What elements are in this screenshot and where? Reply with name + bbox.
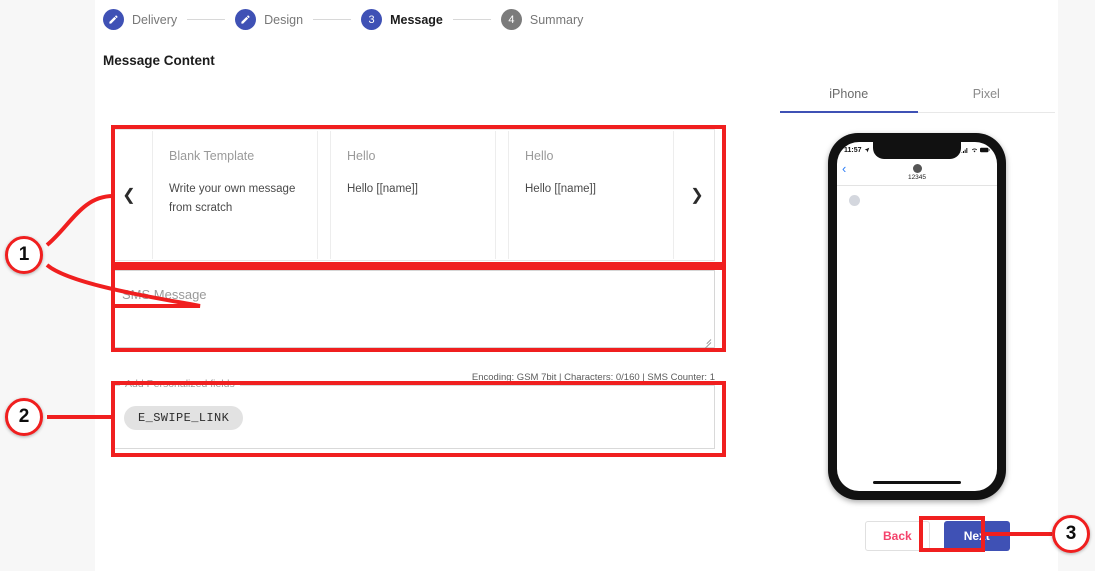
template-track: Blank Template Write your own message fr… [146, 130, 680, 260]
tab-pixel[interactable]: Pixel [918, 78, 1056, 112]
back-chevron-icon[interactable]: ‹ [842, 162, 846, 175]
signal-icon [961, 148, 968, 153]
phone-preview: 11:57 ‹ 12345 [828, 133, 1006, 500]
pencil-icon [109, 15, 118, 24]
stepper-step-delivery[interactable]: Delivery [103, 9, 177, 30]
stepper-label-delivery: Delivery [132, 12, 178, 27]
contact-number: 12345 [907, 173, 927, 181]
template-description: Hello [[name]] [525, 183, 596, 195]
step-badge-summary: 4 [500, 9, 522, 30]
preview-tabs: iPhone Pixel [780, 78, 1055, 113]
stepper-connector-1 [187, 19, 226, 20]
template-carousel: ❮ Blank Template Write your own message … [111, 129, 715, 261]
stepper-step-design[interactable]: Design [235, 9, 303, 30]
chevron-left-icon[interactable]: ❮ [112, 130, 146, 260]
annotation-badge-3: 3 [1052, 515, 1090, 553]
stepper-label-message: Message [390, 12, 443, 27]
template-title: Hello [347, 149, 376, 163]
wizard-nav-buttons: Back Next [865, 521, 1010, 551]
location-arrow-icon [864, 147, 869, 153]
stepper-label-design: Design [264, 12, 304, 27]
contact-avatar-icon [912, 163, 922, 173]
status-icons [961, 147, 990, 153]
pencil-icon [241, 15, 250, 24]
stepper-connector-2 [313, 19, 352, 20]
stepper-step-message[interactable]: 3 Message [361, 9, 443, 30]
screenshot-root: Delivery Design 3 Message 4 Summary Mess… [0, 0, 1095, 571]
stepper-step-summary[interactable]: 4 Summary [500, 9, 584, 30]
stepper-connector-3 [452, 19, 491, 20]
personalized-fields-legend: Add Personalized fields [120, 378, 240, 390]
phone-notch [873, 142, 961, 159]
home-indicator [873, 481, 961, 484]
resize-handle-icon[interactable] [700, 333, 712, 350]
status-time: 11:57 [844, 146, 862, 154]
annotation-badge-2: 2 [5, 398, 43, 436]
content-panel: Delivery Design 3 Message 4 Summary Mess… [95, 0, 1058, 571]
personalized-fields-panel: Add Personalized fields E_SWIPE_LINK [111, 378, 715, 449]
sms-message-placeholder: SMS Message [122, 287, 207, 302]
back-button[interactable]: Back [865, 521, 930, 551]
battery-icon [980, 147, 990, 153]
template-card[interactable]: Hello Hello [[name]] [330, 131, 496, 259]
step-badge-design [235, 9, 257, 30]
stepper-label-summary: Summary [529, 12, 584, 27]
wifi-icon [971, 148, 978, 153]
personalized-field-chip[interactable]: E_SWIPE_LINK [124, 406, 244, 430]
template-title: Hello [525, 149, 554, 163]
template-description: Write your own message from scratch [169, 183, 296, 214]
template-description: Hello [[name]] [347, 183, 418, 195]
status-time-group: 11:57 [844, 147, 870, 154]
template-card[interactable]: Blank Template Write your own message fr… [152, 131, 318, 259]
step-badge-delivery [103, 9, 124, 30]
message-bubble-avatar [849, 195, 860, 206]
chevron-right-icon[interactable]: ❯ [680, 130, 714, 260]
annotation-badge-1: 1 [5, 236, 43, 274]
template-card[interactable]: Hello Hello [[name]] [508, 131, 674, 259]
page-title: Message Content [103, 53, 215, 68]
step-badge-message: 3 [361, 9, 383, 30]
template-title: Blank Template [169, 149, 255, 163]
phone-screen: 11:57 ‹ 12345 [837, 142, 997, 491]
phone-message-header: ‹ 12345 [837, 158, 997, 186]
tab-iphone[interactable]: iPhone [780, 78, 918, 113]
next-button[interactable]: Next [943, 521, 1010, 551]
sms-message-field[interactable]: SMS Message [111, 270, 715, 350]
wizard-stepper: Delivery Design 3 Message 4 Summary [103, 9, 583, 30]
